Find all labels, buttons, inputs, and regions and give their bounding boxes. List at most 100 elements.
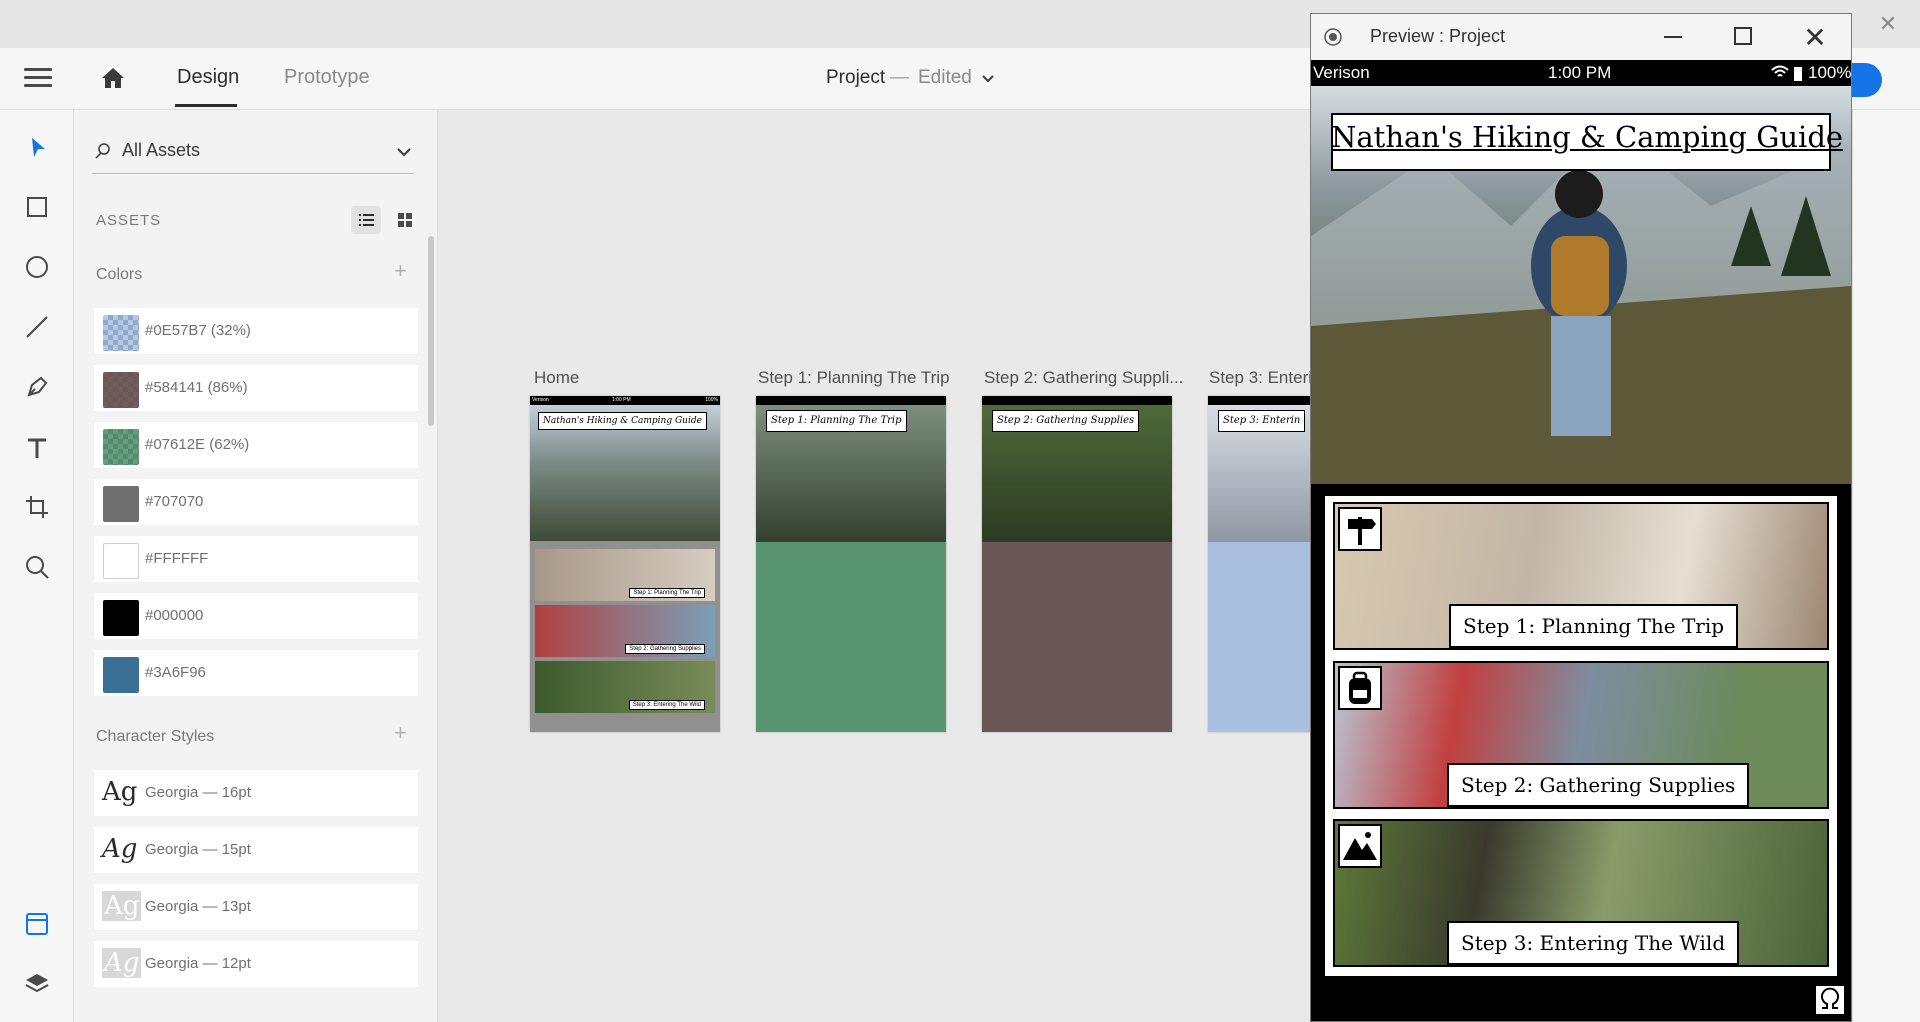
layers-panel-icon[interactable]	[23, 970, 51, 998]
search-icon	[95, 143, 110, 159]
artboard-step2-title: Step 2: Gathering Supplies	[992, 410, 1140, 432]
card-step-1[interactable]: Step 1: Planning The Trip	[1333, 502, 1829, 650]
add-character-style-icon[interactable]: +	[394, 720, 407, 746]
character-style-row[interactable]: Ag Georgia — 15pt	[94, 827, 418, 873]
color-swatch-row[interactable]: #584141 (86%)	[94, 365, 418, 411]
preview-window-title: Preview : Project	[1370, 26, 1506, 46]
card-label: Step 2: Gathering Supplies	[625, 644, 705, 654]
character-style-label: Georgia — 16pt	[145, 784, 251, 801]
color-swatch-label: #584141 (86%)	[145, 379, 248, 396]
character-style-label: Georgia — 13pt	[145, 898, 251, 915]
line-tool-icon[interactable]	[23, 313, 51, 341]
artboard-fill	[756, 542, 946, 732]
document-title[interactable]: Project	[826, 67, 885, 89]
card-label: Step 1: Planning The Trip	[629, 588, 705, 598]
home-icon[interactable]	[100, 66, 126, 90]
select-tool-icon[interactable]	[23, 134, 51, 162]
divider	[92, 173, 414, 174]
artboard-home[interactable]: Verison 1:00 PM 100% Nathan's Hiking & C…	[530, 396, 720, 732]
color-swatch-row[interactable]: #07612E (62%)	[94, 422, 418, 468]
signpost-icon	[1338, 507, 1382, 551]
color-swatch-label: #FFFFFF	[145, 550, 209, 567]
color-swatch	[103, 372, 139, 408]
color-swatch-row[interactable]: #707070	[94, 479, 418, 525]
character-style-preview: Ag	[102, 948, 142, 978]
rectangle-tool-icon[interactable]	[23, 193, 51, 221]
card-label: Step 3: Entering The Wild	[1447, 921, 1740, 965]
menu-icon[interactable]	[24, 68, 52, 88]
artboard-step3[interactable]: Step 3: Enterin	[1208, 396, 1310, 732]
minimize-icon[interactable]	[1664, 36, 1682, 38]
ellipse-tool-icon[interactable]	[23, 253, 51, 281]
time-label: 1:00 PM	[1548, 63, 1612, 82]
maximize-icon[interactable]	[1734, 27, 1752, 45]
character-style-row[interactable]: Ag Georgia — 12pt	[94, 941, 418, 987]
artboard-status-bar	[756, 396, 946, 405]
card-step3-thumb: Step 3: Entering The Wild	[535, 661, 715, 713]
close-icon[interactable]: ✕	[1800, 21, 1830, 54]
app-title: Nathan's Hiking & Camping Guide	[1331, 120, 1844, 154]
artboard-label-home[interactable]: Home	[534, 368, 579, 388]
artboard-fill	[982, 542, 1172, 732]
artboard-label-step2[interactable]: Step 2: Gathering Suppli...	[984, 368, 1183, 388]
color-swatch-label: #0E57B7 (32%)	[145, 322, 251, 339]
artboard-status-bar	[982, 396, 1172, 405]
pen-tool-icon[interactable]	[23, 373, 51, 401]
document-status: Edited	[918, 67, 972, 88]
color-swatch-row[interactable]: #3A6F96	[94, 650, 418, 696]
mountain-icon	[1338, 824, 1382, 868]
active-tab-indicator	[175, 104, 237, 107]
card-step-3[interactable]: Step 3: Entering The Wild	[1333, 819, 1829, 967]
battery-label: 100%	[705, 397, 718, 403]
character-style-row[interactable]: Ag Georgia — 16pt	[94, 770, 418, 816]
character-style-preview: Ag	[102, 777, 138, 807]
battery-label: 100%	[1808, 63, 1852, 82]
artboard-step3-title: Step 3: Enterin	[1218, 410, 1306, 432]
artboard-tool-icon[interactable]	[23, 493, 51, 521]
assets-scrollbar[interactable]	[428, 236, 434, 426]
wifi-battery-icon	[1771, 65, 1802, 81]
artboard-label-step1[interactable]: Step 1: Planning The Trip	[758, 368, 950, 388]
backpack-icon	[1338, 666, 1382, 710]
artboard-label-step3[interactable]: Step 3: Enterin	[1209, 368, 1321, 388]
artboard-home-title: Nathan's Hiking & Camping Guide	[538, 412, 707, 430]
character-styles-section-title: Character Styles	[96, 728, 215, 745]
color-swatch-row[interactable]: #000000	[94, 593, 418, 639]
color-swatch	[103, 600, 139, 636]
card-label: Step 3: Entering The Wild	[628, 700, 705, 710]
list-view-button[interactable]	[351, 206, 381, 234]
character-style-preview: Ag	[102, 891, 142, 921]
color-swatch-row[interactable]: #FFFFFF	[94, 536, 418, 582]
grid-view-icon[interactable]	[396, 211, 414, 229]
assets-filter-select[interactable]: All Assets	[122, 140, 200, 161]
omega-logo-icon[interactable]	[1814, 984, 1846, 1016]
assets-heading: ASSETS	[96, 212, 162, 229]
chevron-down-icon[interactable]	[980, 70, 996, 86]
zoom-tool-icon[interactable]	[23, 553, 51, 581]
card-step-2[interactable]: Step 2: Gathering Supplies	[1333, 661, 1829, 809]
artboard-step1[interactable]: Step 1: Planning The Trip	[756, 396, 946, 732]
card-step1-thumb: Step 1: Planning The Trip	[535, 549, 715, 601]
chevron-down-icon[interactable]	[396, 144, 412, 160]
artboard-status-bar: Verison 1:00 PM 100%	[530, 396, 720, 405]
character-style-row[interactable]: Ag Georgia — 13pt	[94, 884, 418, 930]
tab-design[interactable]: Design	[177, 66, 239, 89]
text-tool-icon[interactable]	[23, 434, 51, 462]
time-label: 1:00 PM	[612, 397, 631, 403]
assets-panel-icon[interactable]	[23, 910, 51, 938]
color-swatch-row[interactable]: #0E57B7 (32%)	[94, 308, 418, 354]
carrier-label: Verison	[1313, 63, 1370, 82]
list-view-icon	[359, 214, 374, 226]
color-swatch	[103, 486, 139, 522]
close-icon[interactable]: ✕	[1876, 12, 1900, 36]
add-color-icon[interactable]: +	[394, 258, 407, 284]
color-swatch-label: #3A6F96	[145, 664, 206, 681]
card-label: Step 2: Gathering Supplies	[1447, 763, 1750, 807]
color-swatch-label: #707070	[145, 493, 204, 510]
artboard-step2[interactable]: Step 2: Gathering Supplies	[982, 396, 1172, 732]
color-swatch	[103, 429, 139, 465]
artboard-fill	[1208, 542, 1310, 732]
color-swatch	[103, 657, 139, 693]
record-icon[interactable]	[1323, 27, 1343, 47]
tab-prototype[interactable]: Prototype	[284, 66, 370, 89]
